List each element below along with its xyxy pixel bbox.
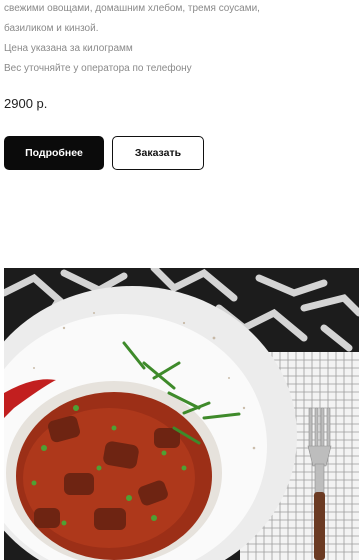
product-price: 2900 р. <box>4 96 48 111</box>
details-button[interactable]: Подробнее <box>4 136 104 170</box>
product-description: свежими овощами, домашним хлебом, тремя … <box>4 0 354 79</box>
weight-note: Вес уточняйте у оператора по телефону <box>4 63 192 74</box>
dish-photo-icon <box>4 268 359 560</box>
order-button[interactable]: Заказать <box>112 136 204 170</box>
description-line: базиликом и кинзой. <box>4 23 99 34</box>
description-line: свежими овощами, домашним хлебом, тремя … <box>4 3 260 14</box>
price-note: Цена указана за килограмм <box>4 43 133 54</box>
